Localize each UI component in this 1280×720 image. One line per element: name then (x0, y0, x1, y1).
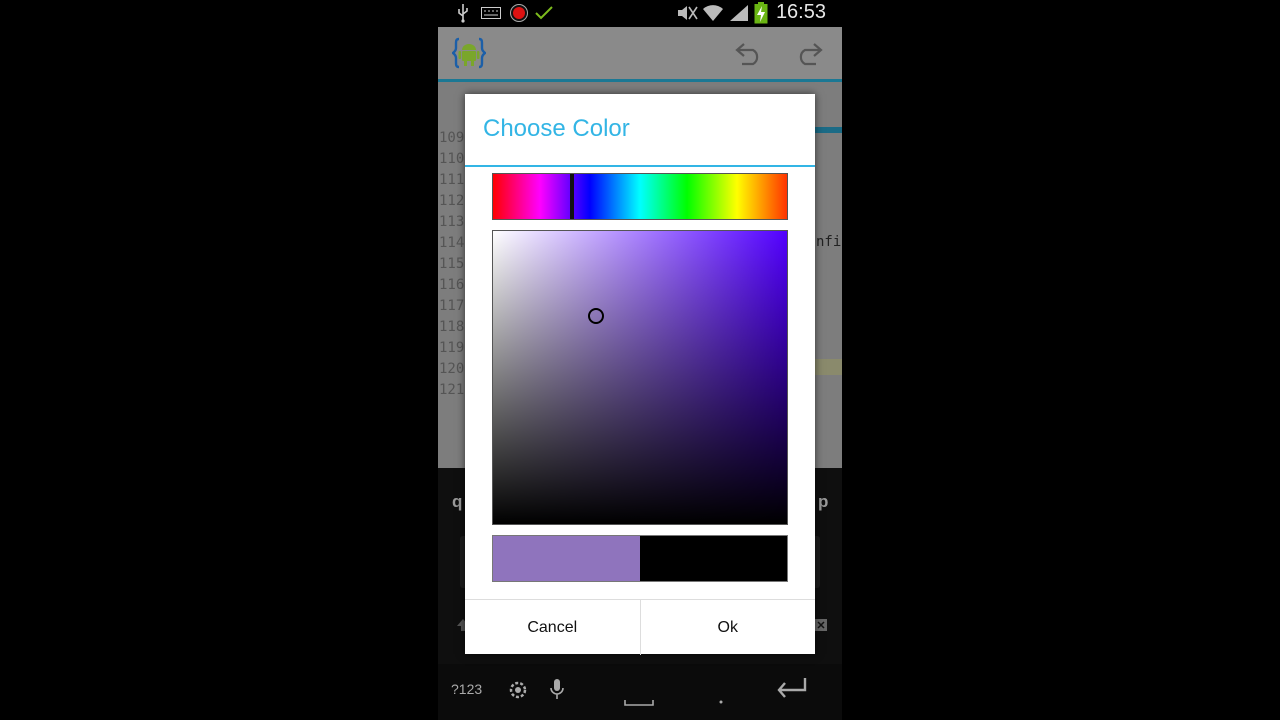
choose-color-dialog: Choose Color Cancel Ok (465, 94, 815, 655)
line-number: 111 (439, 172, 465, 188)
line-number: 118 (439, 319, 465, 335)
cancel-button[interactable]: Cancel (465, 600, 641, 655)
wifi-icon (702, 2, 724, 24)
usb-icon (456, 2, 470, 24)
saturation-value-picker[interactable] (492, 230, 788, 525)
line-number: 119 (439, 340, 465, 356)
dialog-title: Choose Color (483, 115, 630, 142)
battery-charging-icon (754, 2, 768, 24)
color-preview (492, 535, 788, 582)
line-number: 115 (439, 256, 465, 272)
keyboard-icon (481, 2, 501, 24)
line-number: 113 (439, 214, 465, 230)
ok-button[interactable]: Ok (641, 600, 816, 655)
clock-text: 16:53 (775, 1, 826, 23)
line-number: 121 (439, 382, 465, 398)
line-number: 117 (439, 298, 465, 314)
microphone-icon[interactable] (550, 678, 564, 705)
enter-icon[interactable] (775, 676, 809, 705)
period-key-icon[interactable] (719, 691, 723, 709)
hue-slider-thumb[interactable] (570, 174, 575, 219)
key-p[interactable]: p (818, 492, 828, 512)
line-number: 109 (439, 130, 465, 146)
new-color-swatch (493, 536, 640, 581)
mute-icon (676, 2, 698, 24)
dialog-buttons: Cancel Ok (465, 599, 815, 655)
check-icon (534, 2, 554, 24)
line-number: 120 (439, 361, 465, 377)
line-number: 112 (439, 193, 465, 209)
old-color-swatch[interactable] (640, 536, 787, 581)
color-picker-cursor[interactable] (587, 307, 604, 324)
key-q[interactable]: q (452, 492, 462, 512)
signal-icon (729, 2, 749, 24)
symbols-key[interactable]: ?123 (451, 681, 482, 697)
status-bar: 16:53 (438, 0, 842, 27)
redo-icon[interactable] (794, 40, 824, 71)
space-bar-icon[interactable] (624, 694, 654, 712)
action-bar (438, 27, 842, 82)
settings-icon[interactable] (509, 681, 527, 704)
record-icon (509, 2, 529, 24)
title-divider (465, 165, 815, 167)
line-number: 110 (439, 151, 465, 167)
android-editor-icon[interactable] (451, 37, 487, 74)
undo-icon[interactable] (734, 40, 764, 71)
line-number: 114 (439, 235, 465, 251)
code-text: nfi (816, 234, 842, 250)
keyboard-bottom-row: ?123 (438, 664, 842, 720)
hue-slider[interactable] (492, 173, 788, 220)
line-number: 116 (439, 277, 465, 293)
